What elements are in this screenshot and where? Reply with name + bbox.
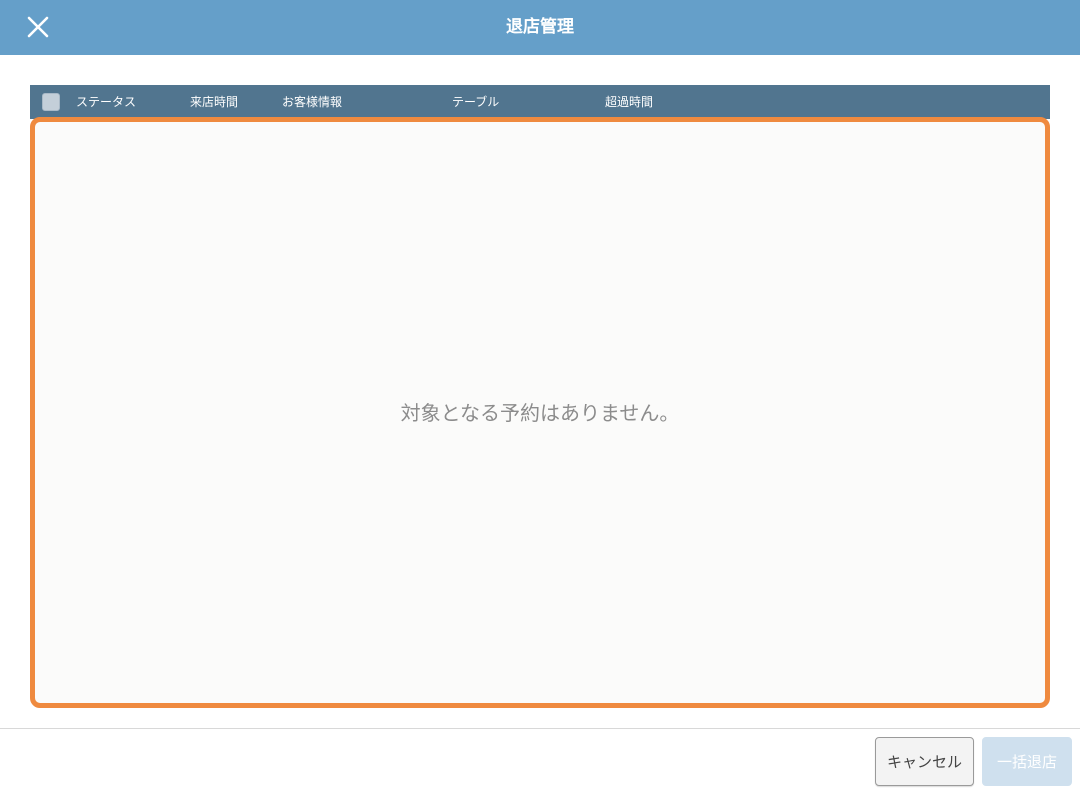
close-button[interactable] <box>22 11 54 43</box>
column-header-status[interactable]: ステータス <box>76 85 136 119</box>
column-header-table[interactable]: テーブル <box>452 85 499 119</box>
empty-state-message: 対象となる予約はありません。 <box>400 401 680 425</box>
page-title: 退店管理 <box>506 17 574 37</box>
table-header: ステータス 来店時間 お客様情報 テーブル 超過時間 <box>30 85 1050 119</box>
bulk-checkout-button[interactable]: 一括退店 <box>982 737 1072 786</box>
reservation-list-empty: 対象となる予約はありません。 <box>30 117 1050 708</box>
cancel-button[interactable]: キャンセル <box>875 737 974 786</box>
select-all-checkbox[interactable] <box>42 93 60 111</box>
footer-divider <box>0 728 1080 729</box>
column-header-overtime[interactable]: 超過時間 <box>605 85 653 119</box>
close-icon <box>27 16 49 38</box>
column-header-customer-info[interactable]: お客様情報 <box>282 85 342 119</box>
column-header-arrival-time[interactable]: 来店時間 <box>190 85 238 119</box>
app-header: 退店管理 <box>0 0 1080 55</box>
